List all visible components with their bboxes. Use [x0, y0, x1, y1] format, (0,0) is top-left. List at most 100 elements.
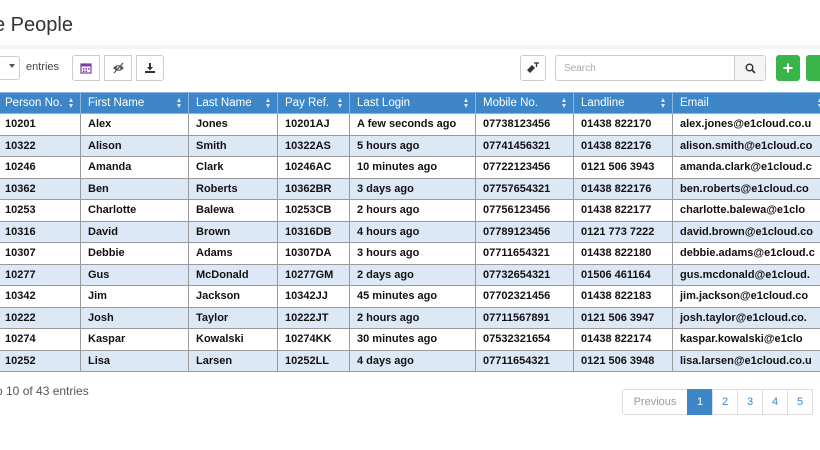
table-cell: Lisa [80, 349, 189, 372]
table-cell: 0121 506 3947 [573, 306, 673, 329]
table-row[interactable]: 10252 Lisa Larsen 10252LL 4 days ago 07711654… [0, 349, 820, 372]
table-cell: 10252 [0, 349, 81, 372]
table-cell: 10322AS [277, 134, 350, 157]
table-cell: alison.smith@e1cloud.co [672, 134, 820, 157]
table-cell: 10246AC [277, 156, 350, 179]
column-header[interactable]: Landline [573, 92, 673, 114]
plus-icon [783, 63, 793, 73]
table-cell: 10316DB [277, 220, 350, 243]
table-cell: 01438 822176 [573, 134, 673, 157]
confirm-button[interactable] [806, 55, 820, 81]
clear-filter-button[interactable] [520, 55, 546, 81]
table-cell: 5 hours ago [349, 134, 476, 157]
search-button[interactable] [734, 56, 765, 80]
search-input[interactable] [556, 56, 736, 80]
sort-icon [266, 98, 271, 109]
table-cell: 07532321654 [475, 328, 574, 351]
table-cell: debbie.adams@e1cloud.c [672, 242, 820, 265]
table-cell: Ben [80, 177, 189, 200]
table-row[interactable]: 10342 Jim Jackson 10342JJ 45 minutes ago 0770… [0, 285, 820, 308]
table-cell: 07738123456 [475, 113, 574, 136]
table-cell: 4 days ago [349, 349, 476, 372]
table-cell: Adams [188, 242, 278, 265]
sort-icon [69, 98, 74, 109]
table-cell: Kowalski [188, 328, 278, 351]
table-cell: 07711567891 [475, 306, 574, 329]
table-row[interactable]: 10362 Ben Roberts 10362BR 3 days ago 07757654… [0, 177, 820, 200]
add-person-button[interactable] [776, 55, 800, 81]
column-header-label: Person No. [5, 97, 63, 109]
eye-off-icon [112, 62, 124, 74]
table-cell: 07789123456 [475, 220, 574, 243]
table-cell: Roberts [188, 177, 278, 200]
table-cell: 07757654321 [475, 177, 574, 200]
column-header-label: Last Login [357, 97, 411, 109]
table-cell: alex.jones@e1cloud.co.u [672, 113, 820, 136]
page-length-select[interactable] [0, 56, 20, 80]
calendar-button[interactable] [72, 55, 100, 81]
table-cell: 07732654321 [475, 263, 574, 286]
table-cell: 10201AJ [277, 113, 350, 136]
table-cell: Clark [188, 156, 278, 179]
previous-page-button[interactable]: Previous [622, 389, 688, 415]
table-row[interactable]: 10307 Debbie Adams 10307DA 3 hours ago 077116… [0, 242, 820, 265]
table-cell: david.brown@e1cloud.co [672, 220, 820, 243]
table-cell: 07756123456 [475, 199, 574, 222]
page-button-3[interactable]: 3 [737, 389, 763, 415]
column-header[interactable]: Last Login [349, 92, 476, 114]
table-cell: 30 minutes ago [349, 328, 476, 351]
table-cell: 10362BR [277, 177, 350, 200]
table-cell: 10307 [0, 242, 81, 265]
column-header[interactable]: Last Name [188, 92, 278, 114]
chevron-down-icon [9, 64, 15, 68]
column-header-label: First Name [88, 97, 145, 109]
table-cell: 2 hours ago [349, 306, 476, 329]
table-cell: Debbie [80, 242, 189, 265]
column-header[interactable]: Person No. [0, 92, 81, 114]
column-header-label: Pay Ref. [285, 97, 330, 109]
table-cell: McDonald [188, 263, 278, 286]
table-cell: A few seconds ago [349, 113, 476, 136]
table-cell: 01438 822174 [573, 328, 673, 351]
table-cell: Jones [188, 113, 278, 136]
table-cell: 01438 822170 [573, 113, 673, 136]
sort-icon [562, 98, 567, 109]
table-cell: 07722123456 [475, 156, 574, 179]
table-row[interactable]: 10246 Amanda Clark 10246AC 10 minutes ago 077… [0, 156, 820, 179]
page-button-4[interactable]: 4 [762, 389, 788, 415]
table-row[interactable]: 10274 Kaspar Kowalski 10274KK 30 minutes ago… [0, 328, 820, 351]
sort-icon [464, 98, 469, 109]
table-row[interactable]: 10201 Alex Jones 10201AJ A few seconds ago 07… [0, 113, 820, 136]
table-row[interactable]: 10277 Gus McDonald 10277GM 2 days ago 0773265… [0, 263, 820, 286]
table-row[interactable]: 10253 Charlotte Balewa 10253CB 2 hours ago 07… [0, 199, 820, 222]
table-cell: 10342JJ [277, 285, 350, 308]
table-cell: Taylor [188, 306, 278, 329]
column-header[interactable]: First Name [80, 92, 189, 114]
table-cell: Jackson [188, 285, 278, 308]
table-row[interactable]: 10322 Alison Smith 10322AS 5 hours ago 077414… [0, 134, 820, 157]
table-cell: 07711654321 [475, 349, 574, 372]
page-button-5[interactable]: 5 [787, 389, 813, 415]
column-header-label: Mobile No. [483, 97, 538, 109]
export-button[interactable] [136, 55, 164, 81]
table-cell: 01506 461164 [573, 263, 673, 286]
column-header[interactable]: Email [672, 92, 820, 114]
page-title: e People [0, 14, 73, 36]
column-header-label: Last Name [196, 97, 252, 109]
table-cell: Smith [188, 134, 278, 157]
column-header[interactable]: Mobile No. [475, 92, 574, 114]
page-button-2[interactable]: 2 [712, 389, 738, 415]
search-box [555, 55, 766, 81]
table-cell: 3 days ago [349, 177, 476, 200]
table-cell: Alex [80, 113, 189, 136]
page-button-1[interactable]: 1 [687, 389, 713, 415]
table-row[interactable]: 10316 David Brown 10316DB 4 hours ago 0778912… [0, 220, 820, 243]
table-cell: 10201 [0, 113, 81, 136]
column-header[interactable]: Pay Ref. [277, 92, 350, 114]
table-cell: 10253 [0, 199, 81, 222]
column-visibility-button[interactable] [104, 55, 132, 81]
table-row[interactable]: 10222 Josh Taylor 10222JT 2 hours ago 0771156… [0, 306, 820, 329]
sort-icon [177, 98, 182, 109]
table-cell: Alison [80, 134, 189, 157]
table-cell: amanda.clark@e1cloud.c [672, 156, 820, 179]
